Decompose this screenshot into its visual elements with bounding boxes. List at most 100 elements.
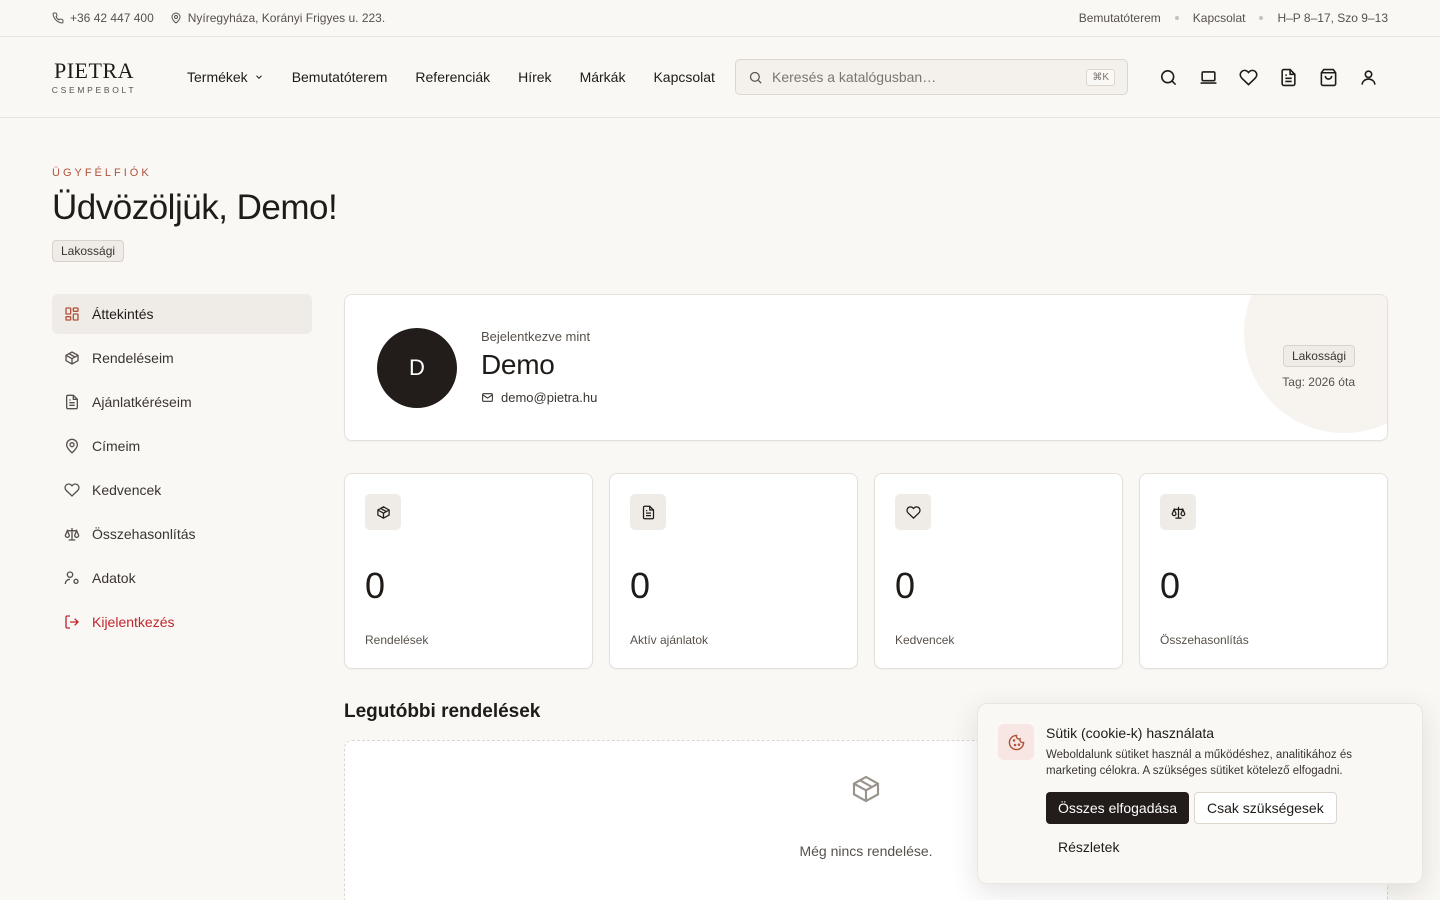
stat-label: Aktív ajánlatok	[630, 633, 709, 647]
scale-icon	[64, 528, 80, 541]
logo-brand: PIETRA	[54, 57, 134, 83]
mail-icon	[482, 393, 493, 402]
grid-icon	[65, 307, 79, 321]
sidebar-item-orders[interactable]: Rendeléseim	[52, 338, 312, 378]
nav-item-news[interactable]: Hírek	[518, 69, 551, 85]
document-icon	[642, 505, 654, 519]
stat-label: Kedvencek	[895, 633, 955, 647]
stat-card-favorites[interactable]: 0 Kedvencek	[874, 473, 1123, 669]
stat-icon-wrap	[630, 494, 666, 530]
sidebar-item-favorites[interactable]: Kedvencek	[52, 470, 312, 510]
page-title: Üdvözöljük, Demo!	[52, 188, 338, 227]
sidebar-item-label: Összehasonlítás	[92, 526, 196, 542]
profile-email: demo@pietra.hu	[481, 390, 597, 405]
sidebar-item-label: Adatok	[92, 570, 136, 586]
sidebar-item-details[interactable]: Adatok	[52, 558, 312, 598]
nav-item-showroom[interactable]: Bemutatóterem	[292, 69, 388, 85]
header-icons	[1158, 65, 1378, 89]
header-showroom-button[interactable]	[1198, 65, 1218, 89]
recent-orders-title: Legutóbbi rendelések	[344, 701, 541, 722]
phone-info[interactable]: +36 42 447 400	[52, 11, 154, 25]
topbar-link-showroom[interactable]: Bemutatóterem	[1079, 11, 1161, 25]
customer-type-badge: Lakossági	[52, 240, 125, 262]
nav-label: Márkák	[579, 69, 626, 85]
topbar-link-contact[interactable]: Kapcsolat	[1193, 11, 1246, 25]
profile-card: D Bejelentkezve mint Demo demo@pietra.hu…	[344, 294, 1388, 441]
nav-label: Kapcsolat	[653, 69, 715, 85]
sidebar-item-label: Áttekintés	[92, 306, 154, 322]
chevron-down-icon	[255, 75, 262, 79]
address-info: Nyíregyháza, Korányi Frigyes u. 223.	[170, 11, 385, 25]
logo[interactable]: PIETRA CSEMPEBOLT	[52, 57, 136, 95]
cookie-text: Weboldalunk sütiket használ a működéshez…	[1046, 749, 1352, 777]
header-quotes-button[interactable]	[1278, 65, 1298, 89]
cookie-title: Sütik (cookie-k) használata	[1046, 725, 1215, 741]
laptop-icon	[1200, 70, 1216, 84]
account-sidebar: Áttekintés Rendeléseim Ajánlatkéréseim C…	[52, 294, 312, 646]
main-nav: Termékek Bemutatóterem Referenciák Hírek…	[187, 69, 743, 85]
search-input[interactable]	[772, 69, 1087, 85]
address-text: Nyíregyháza, Korányi Frigyes u. 223.	[187, 11, 386, 25]
sidebar-item-label: Rendeléseim	[92, 350, 174, 366]
cookie-consent-dialog: Sütik (cookie-k) használata Weboldalunk …	[977, 703, 1423, 884]
nav-label: Termékek	[187, 69, 248, 85]
scale-icon	[1171, 506, 1185, 519]
box-icon	[65, 351, 79, 365]
stat-value: 0	[895, 565, 916, 606]
accept-all-button[interactable]: Összes elfogadása	[1046, 792, 1190, 824]
nav-item-references[interactable]: Referenciák	[415, 69, 490, 85]
separator-dot	[1259, 16, 1264, 20]
avatar: D	[377, 328, 457, 408]
search-shortcut: ⌘K	[1086, 68, 1115, 86]
search-icon	[749, 71, 762, 84]
stat-icon-wrap	[1160, 494, 1196, 530]
sidebar-item-overview[interactable]: Áttekintés	[52, 294, 312, 334]
box-icon	[852, 775, 880, 803]
stat-label: Rendelések	[365, 633, 429, 647]
map-pin-icon	[65, 438, 79, 454]
nav-item-contact[interactable]: Kapcsolat	[653, 69, 714, 85]
phone-icon	[52, 12, 64, 24]
necessary-only-button[interactable]: Csak szükségesek	[1194, 792, 1337, 824]
search-box[interactable]: ⌘K	[735, 59, 1128, 95]
profile-name: Demo	[481, 349, 555, 380]
sidebar-item-label: Kedvencek	[92, 482, 162, 498]
heart-icon	[1238, 69, 1258, 86]
sidebar-item-compare[interactable]: Összehasonlítás	[52, 514, 312, 554]
header-cart-button[interactable]	[1318, 65, 1338, 89]
stat-value: 0	[630, 565, 651, 606]
sidebar-item-label: Ajánlatkéréseim	[92, 394, 192, 410]
nav-item-products[interactable]: Termékek	[187, 69, 264, 85]
user-icon	[1360, 69, 1376, 85]
document-icon	[1280, 68, 1296, 86]
header-search-button[interactable]	[1158, 65, 1178, 89]
separator-dot	[1174, 16, 1179, 20]
stat-value: 0	[365, 565, 386, 606]
map-pin-icon	[171, 12, 181, 24]
details-button[interactable]: Részletek	[1046, 832, 1131, 862]
cookie-icon	[1008, 734, 1024, 750]
stat-value: 0	[1160, 565, 1181, 606]
signed-in-label: Bejelentkezve mint	[481, 329, 591, 344]
customer-type-badge: Lakossági	[1282, 345, 1355, 367]
user-cog-icon	[64, 571, 79, 585]
heart-icon	[905, 505, 921, 519]
member-since: Tag: 2026 óta	[1282, 375, 1355, 389]
sidebar-item-logout[interactable]: Kijelentkezés	[52, 602, 312, 642]
header-favorites-button[interactable]	[1238, 65, 1258, 89]
nav-item-brands[interactable]: Márkák	[580, 69, 626, 85]
sidebar-item-quotes[interactable]: Ajánlatkéréseim	[52, 382, 312, 422]
stat-card-quotes[interactable]: 0 Aktív ajánlatok	[609, 473, 858, 669]
shopping-bag-icon	[1320, 68, 1336, 86]
stat-icon-wrap	[365, 494, 401, 530]
cookie-icon-wrap	[998, 724, 1034, 760]
stat-card-compare[interactable]: 0 Összehasonlítás	[1139, 473, 1388, 669]
box-icon	[376, 505, 390, 519]
page-eyebrow: ÜGYFÉLFIÓK	[52, 167, 152, 179]
nav-label: Referenciák	[415, 69, 491, 85]
header-account-button[interactable]	[1358, 65, 1378, 89]
sidebar-item-addresses[interactable]: Címeim	[52, 426, 312, 466]
opening-hours: H–P 8–17, Szo 9–13	[1277, 11, 1388, 25]
main-header: PIETRA CSEMPEBOLT Termékek Bemutatóterem…	[0, 37, 1440, 118]
stat-card-orders[interactable]: 0 Rendelések	[344, 473, 593, 669]
